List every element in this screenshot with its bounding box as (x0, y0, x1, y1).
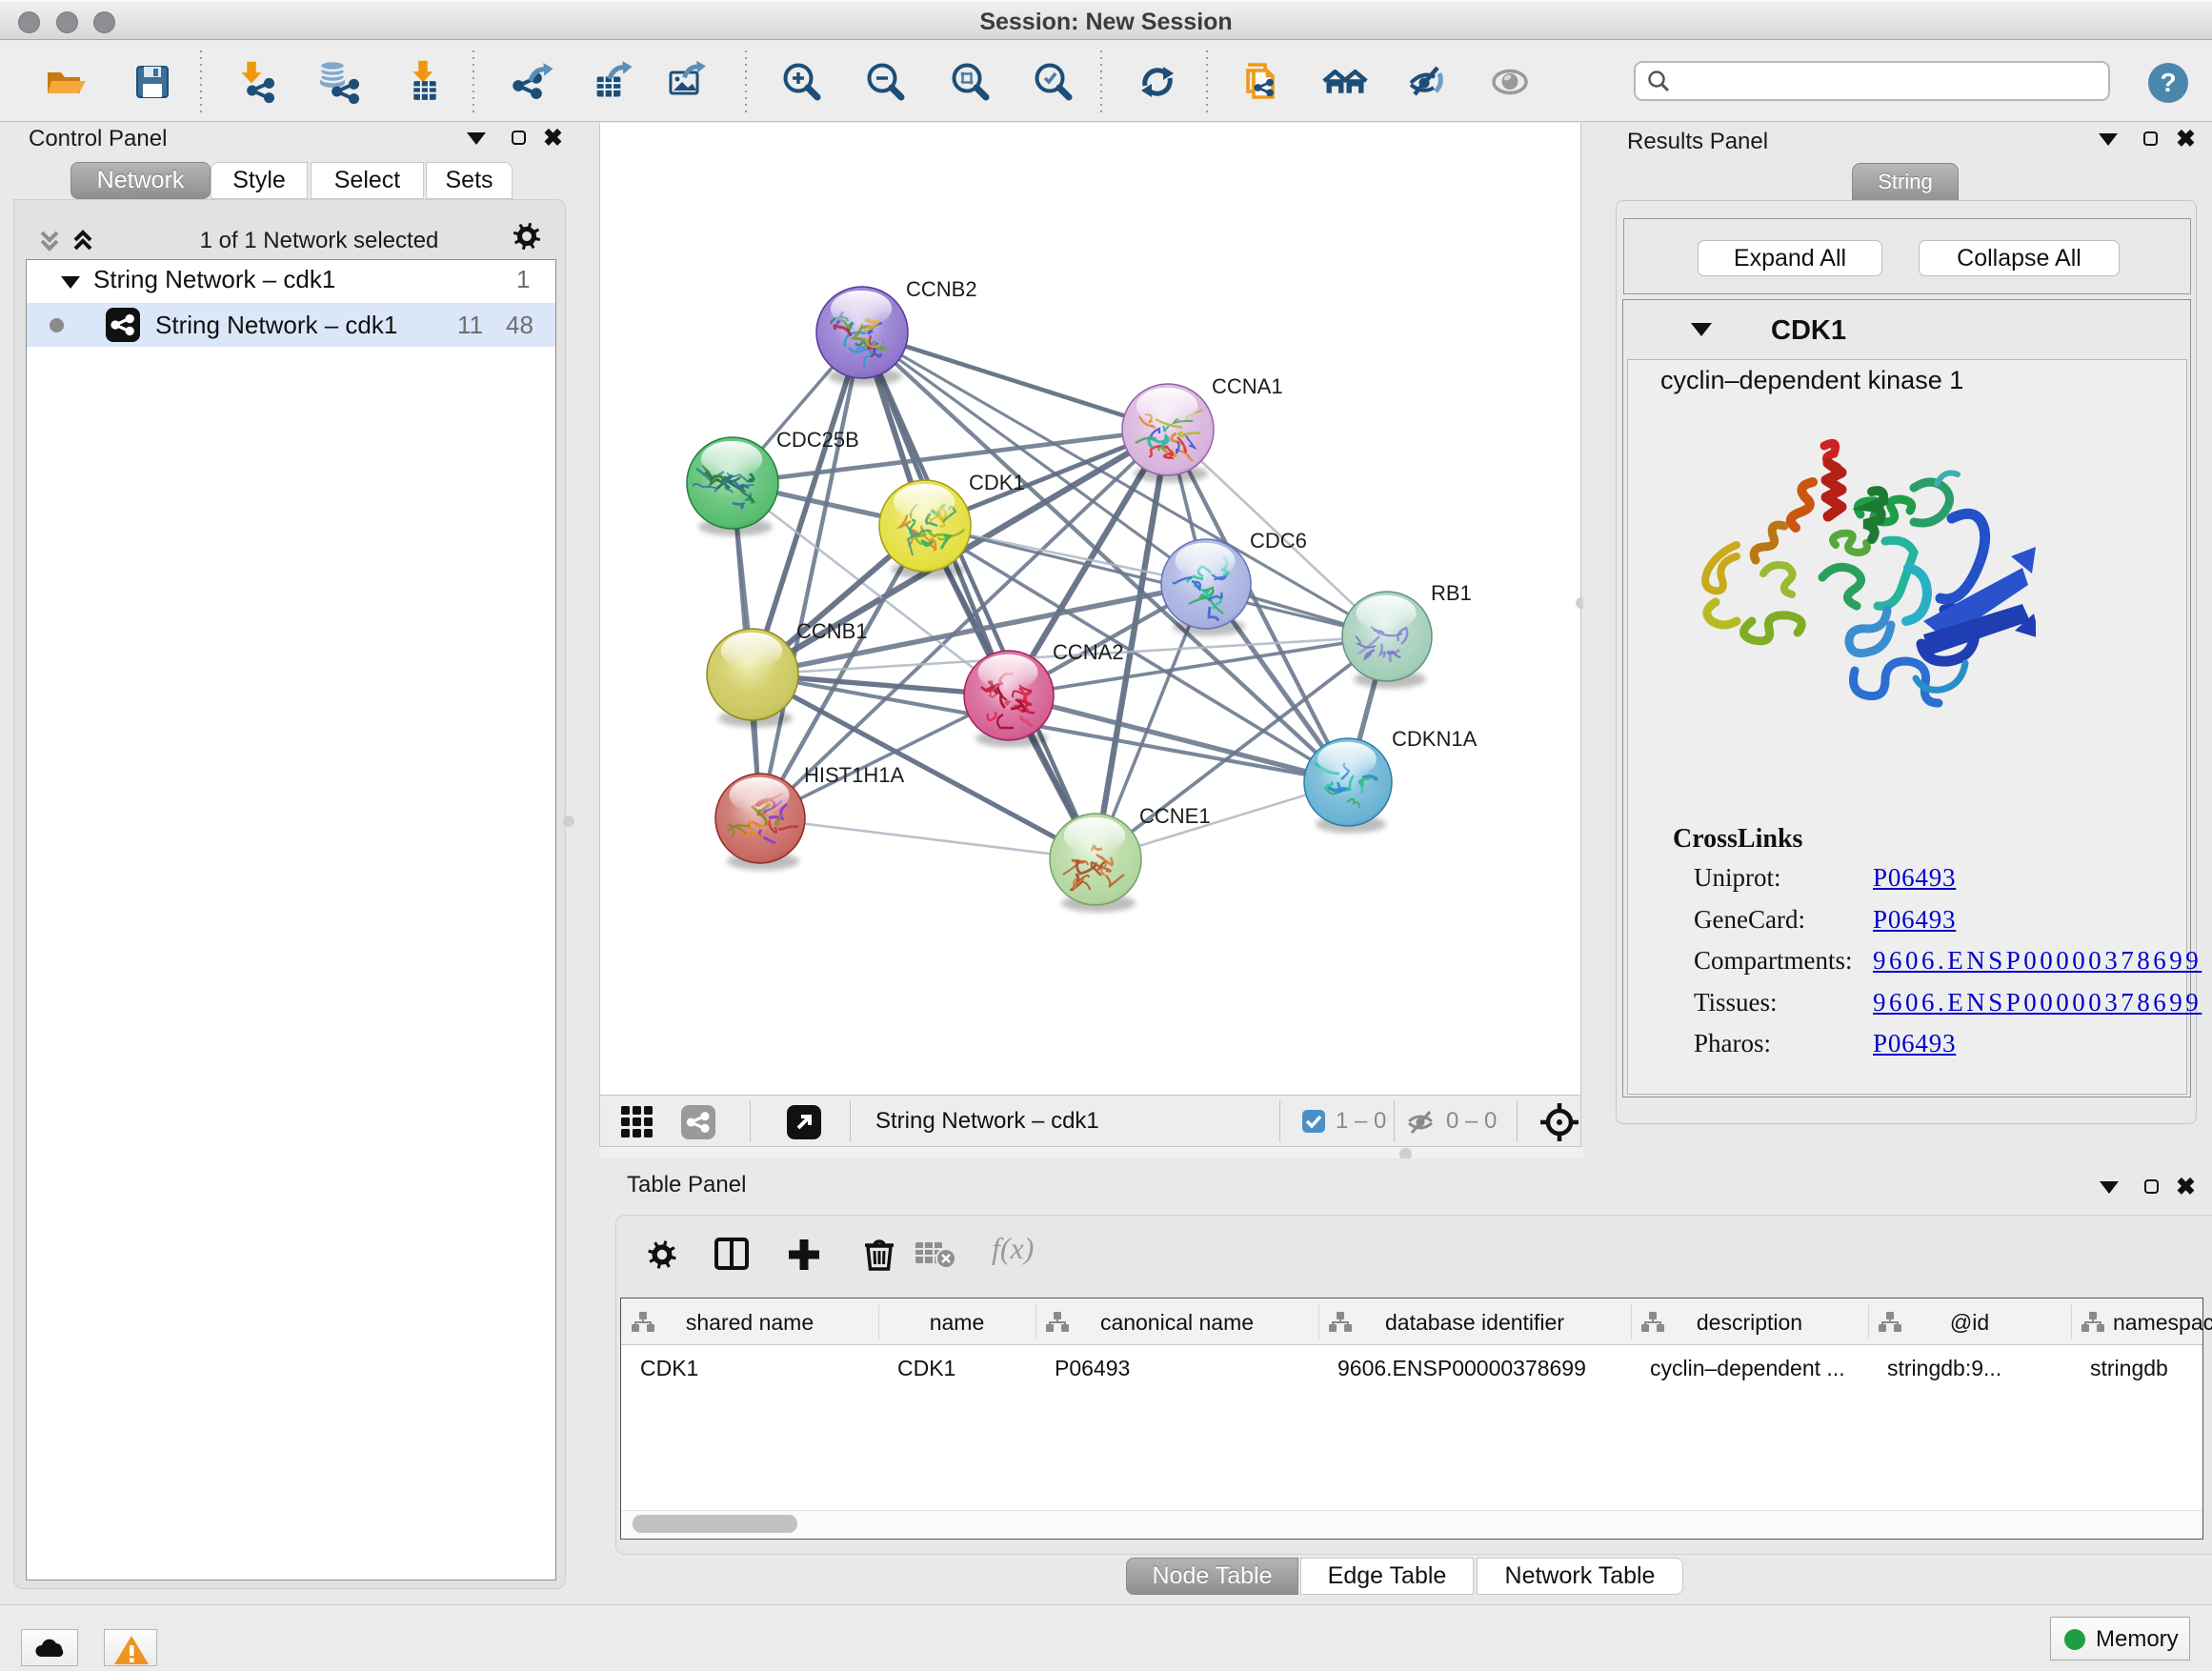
svg-text:CCNB2: CCNB2 (906, 277, 977, 301)
svg-text:CCNB1: CCNB1 (796, 619, 868, 643)
svg-text:CCNE1: CCNE1 (1139, 804, 1211, 828)
svg-text:CDKN1A: CDKN1A (1392, 727, 1478, 751)
svg-text:CDK1: CDK1 (969, 471, 1025, 494)
svg-text:CCNA1: CCNA1 (1212, 374, 1283, 398)
svg-text:CCNA2: CCNA2 (1053, 640, 1124, 664)
svg-text:RB1: RB1 (1431, 581, 1472, 605)
svg-text:?: ? (2160, 68, 2176, 97)
svg-text:HIST1H1A: HIST1H1A (804, 763, 904, 787)
svg-text:CDC6: CDC6 (1250, 529, 1307, 553)
svg-text:CDC25B: CDC25B (776, 428, 859, 452)
